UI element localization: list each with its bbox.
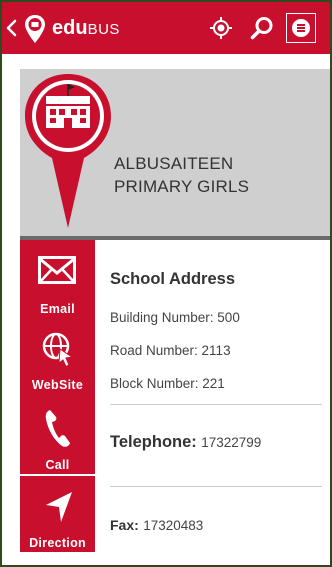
edubus-logo-icon [25, 15, 45, 43]
fax-value: 17320483 [143, 518, 204, 533]
fax-label: Fax: [110, 517, 139, 533]
call-label: Call [45, 458, 70, 472]
address-divider [110, 404, 322, 405]
telephone-value: 17322799 [201, 435, 262, 450]
navigation-arrow-icon [46, 492, 72, 522]
app-frame: eduBUS ALBUSAITEEN PRIMARY GIRLS Email W… [0, 0, 332, 567]
menu-button[interactable] [286, 13, 316, 43]
school-name-line2: PRIMARY GIRLS [114, 177, 250, 196]
telephone-label: Telephone: [110, 433, 197, 451]
menu-icon [292, 19, 310, 37]
back-chevron-icon[interactable] [5, 19, 17, 37]
globe-cursor-icon [42, 332, 74, 368]
fax-row: Fax: 17320483 [110, 517, 203, 535]
road-number: Road Number: 2113 [110, 343, 231, 358]
direction-label: Direction [29, 536, 86, 550]
call-button[interactable]: Call [20, 396, 95, 474]
locate-icon[interactable] [210, 17, 232, 39]
address-heading: School Address [110, 270, 235, 288]
search-icon[interactable] [250, 16, 274, 40]
email-label: Email [40, 302, 75, 316]
telephone-divider [110, 486, 322, 487]
email-button[interactable]: Email [20, 240, 95, 318]
direction-button[interactable]: Direction [20, 476, 95, 552]
brand-bold: edu [52, 17, 88, 39]
envelope-icon [38, 256, 76, 284]
website-button[interactable]: WebSite [20, 318, 95, 396]
top-bar: eduBUS [2, 2, 330, 54]
phone-icon [45, 410, 70, 447]
school-name: ALBUSAITEEN PRIMARY GIRLS [114, 152, 324, 198]
school-name-line1: ALBUSAITEEN [114, 154, 234, 173]
app-brand: eduBUS [52, 17, 120, 39]
telephone-row[interactable]: Telephone: 17322799 [110, 433, 261, 452]
website-label: WebSite [31, 378, 84, 392]
building-number: Building Number: 500 [110, 310, 240, 325]
brand-light: BUS [87, 21, 120, 38]
school-map-pin-icon [25, 74, 111, 228]
block-number: Block Number: 221 [110, 376, 225, 391]
